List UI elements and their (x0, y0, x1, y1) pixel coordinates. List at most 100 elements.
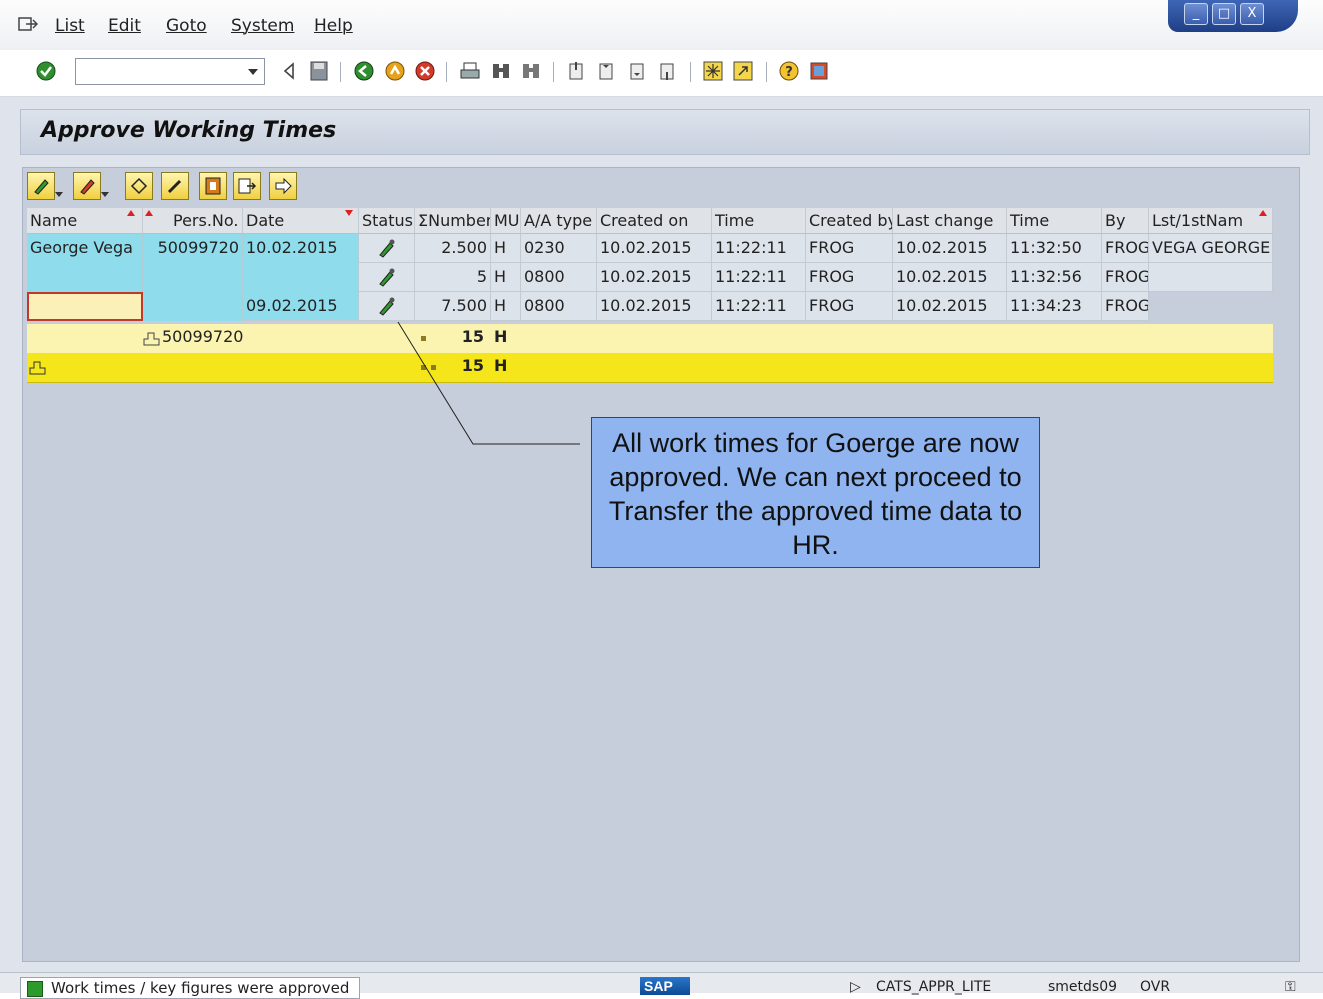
time2-cell: 11:32:56 (1007, 263, 1102, 292)
menu-system[interactable]: System (231, 16, 294, 36)
column-header-number[interactable]: ΣNumber (415, 208, 491, 234)
page-title: Approve Working Times (41, 118, 337, 143)
subtotal-mu: H (494, 327, 508, 346)
created-on-cell: 10.02.2015 (597, 234, 712, 263)
date-cell[interactable]: 10.02.2015 (243, 234, 359, 292)
separator (766, 62, 767, 82)
menu-help[interactable]: Help (314, 16, 353, 36)
column-header-date[interactable]: Date (243, 208, 359, 234)
approve-button[interactable] (27, 172, 63, 200)
annotation-callout: All work times for Goerge are now approv… (591, 417, 1040, 568)
column-header-by[interactable]: By (1102, 208, 1149, 234)
command-field[interactable] (75, 58, 265, 85)
status-cell (359, 292, 415, 321)
standard-toolbar: ? (0, 50, 1323, 97)
client-mode: OVR (1140, 979, 1171, 995)
shortcut-icon[interactable] (732, 60, 754, 82)
reject-button[interactable] (73, 172, 109, 200)
last-page-icon[interactable] (657, 60, 679, 82)
export-icon (238, 178, 257, 194)
created-on-cell: 10.02.2015 (597, 263, 712, 292)
separator (553, 62, 554, 82)
column-header-aatype[interactable]: A/A type (521, 208, 597, 234)
subtotal-persno: 50099720 (162, 327, 244, 346)
window-controls: _ □ X (1168, 0, 1298, 32)
reject-icon (80, 179, 95, 195)
status-cell (359, 263, 415, 292)
total-marker-icon (431, 365, 436, 370)
approved-status-icon (379, 239, 395, 258)
column-header-created-by[interactable]: Created by (806, 208, 893, 234)
time2-cell: 11:34:23 (1007, 292, 1102, 321)
approved-status-icon (379, 268, 395, 287)
next-button[interactable] (269, 172, 297, 200)
name-input-cell[interactable] (27, 292, 143, 321)
column-header-created-on[interactable]: Created on (597, 208, 712, 234)
close-button[interactable]: X (1240, 3, 1264, 25)
edit-icon (167, 179, 182, 194)
next-icon (275, 177, 292, 195)
subtotal-row: 50099720 15 H (27, 324, 1273, 354)
minimize-button[interactable]: _ (1184, 3, 1208, 25)
status-message-text: Work times / key figures were approved (51, 979, 350, 997)
menu-bar: List Edit Goto System Help _ □ X (0, 0, 1323, 51)
column-header-mu[interactable]: MU (491, 208, 521, 234)
chevron-down-icon[interactable] (248, 69, 258, 75)
exit-icon[interactable] (384, 60, 406, 82)
menu-list[interactable]: List (55, 16, 85, 36)
last-change-cell: 10.02.2015 (893, 234, 1007, 263)
find-icon[interactable] (490, 60, 512, 82)
lastfirst-cell: VEGA GEORGE (1149, 234, 1273, 263)
subtotal-number: 15 (461, 327, 484, 346)
status-bar: Work times / key figures were approved S… (0, 972, 1323, 999)
lastfirst-cell (1149, 263, 1273, 292)
last-change-cell: 10.02.2015 (893, 263, 1007, 292)
column-header-time2[interactable]: Time (1007, 208, 1102, 234)
enter-icon[interactable] (35, 60, 57, 82)
column-header-name[interactable]: Name (27, 208, 143, 234)
menu-goto[interactable]: Goto (166, 16, 207, 36)
save-icon[interactable] (308, 60, 330, 82)
transaction-code[interactable]: CATS_APPR_LITE (876, 979, 991, 995)
menu-exit-icon[interactable] (18, 16, 38, 32)
total-number: 15 (461, 356, 484, 375)
create-session-icon[interactable] (702, 60, 724, 82)
menu-edit[interactable]: Edit (108, 16, 141, 36)
total-marker-icon (421, 365, 426, 370)
total-mu: H (494, 356, 508, 375)
back-icon[interactable] (353, 60, 375, 82)
date-cell[interactable]: 09.02.2015 (243, 292, 359, 321)
details-button[interactable] (199, 172, 227, 200)
chevron-down-icon[interactable] (55, 192, 63, 197)
column-header-time[interactable]: Time (712, 208, 806, 234)
maximize-button[interactable]: □ (1212, 3, 1236, 25)
find-next-icon[interactable] (520, 60, 542, 82)
column-header-lastfirst[interactable]: Lst/1stNam (1149, 208, 1273, 234)
edit-button[interactable] (161, 172, 189, 200)
layout-icon[interactable] (808, 60, 830, 82)
success-icon (27, 981, 43, 997)
first-page-icon[interactable] (566, 60, 588, 82)
last-change-cell: 10.02.2015 (893, 292, 1007, 321)
help-icon[interactable]: ? (778, 60, 800, 82)
column-header-persno[interactable]: Pers.No. (143, 208, 243, 234)
print-icon[interactable] (459, 60, 481, 82)
total-icon (29, 361, 46, 375)
persno-cell[interactable]: 50099720 (143, 234, 243, 321)
aatype-cell: 0800 (521, 292, 597, 321)
undo-button[interactable] (125, 172, 153, 200)
by-cell: FROG (1102, 234, 1149, 263)
sort-ascending-icon (127, 210, 135, 216)
column-header-status[interactable]: Status (359, 208, 415, 234)
back-triangle-icon[interactable] (278, 60, 300, 82)
lock-icon: ⚿ (1285, 979, 1296, 995)
cancel-icon[interactable] (414, 60, 436, 82)
export-button[interactable] (233, 172, 261, 200)
chevron-down-icon[interactable] (101, 192, 109, 197)
header-label: Date (246, 211, 285, 230)
next-page-icon[interactable] (627, 60, 649, 82)
column-header-last-change[interactable]: Last change (893, 208, 1007, 234)
status-message: Work times / key figures were approved (20, 977, 360, 999)
previous-page-icon[interactable] (596, 60, 618, 82)
aatype-cell: 0800 (521, 263, 597, 292)
